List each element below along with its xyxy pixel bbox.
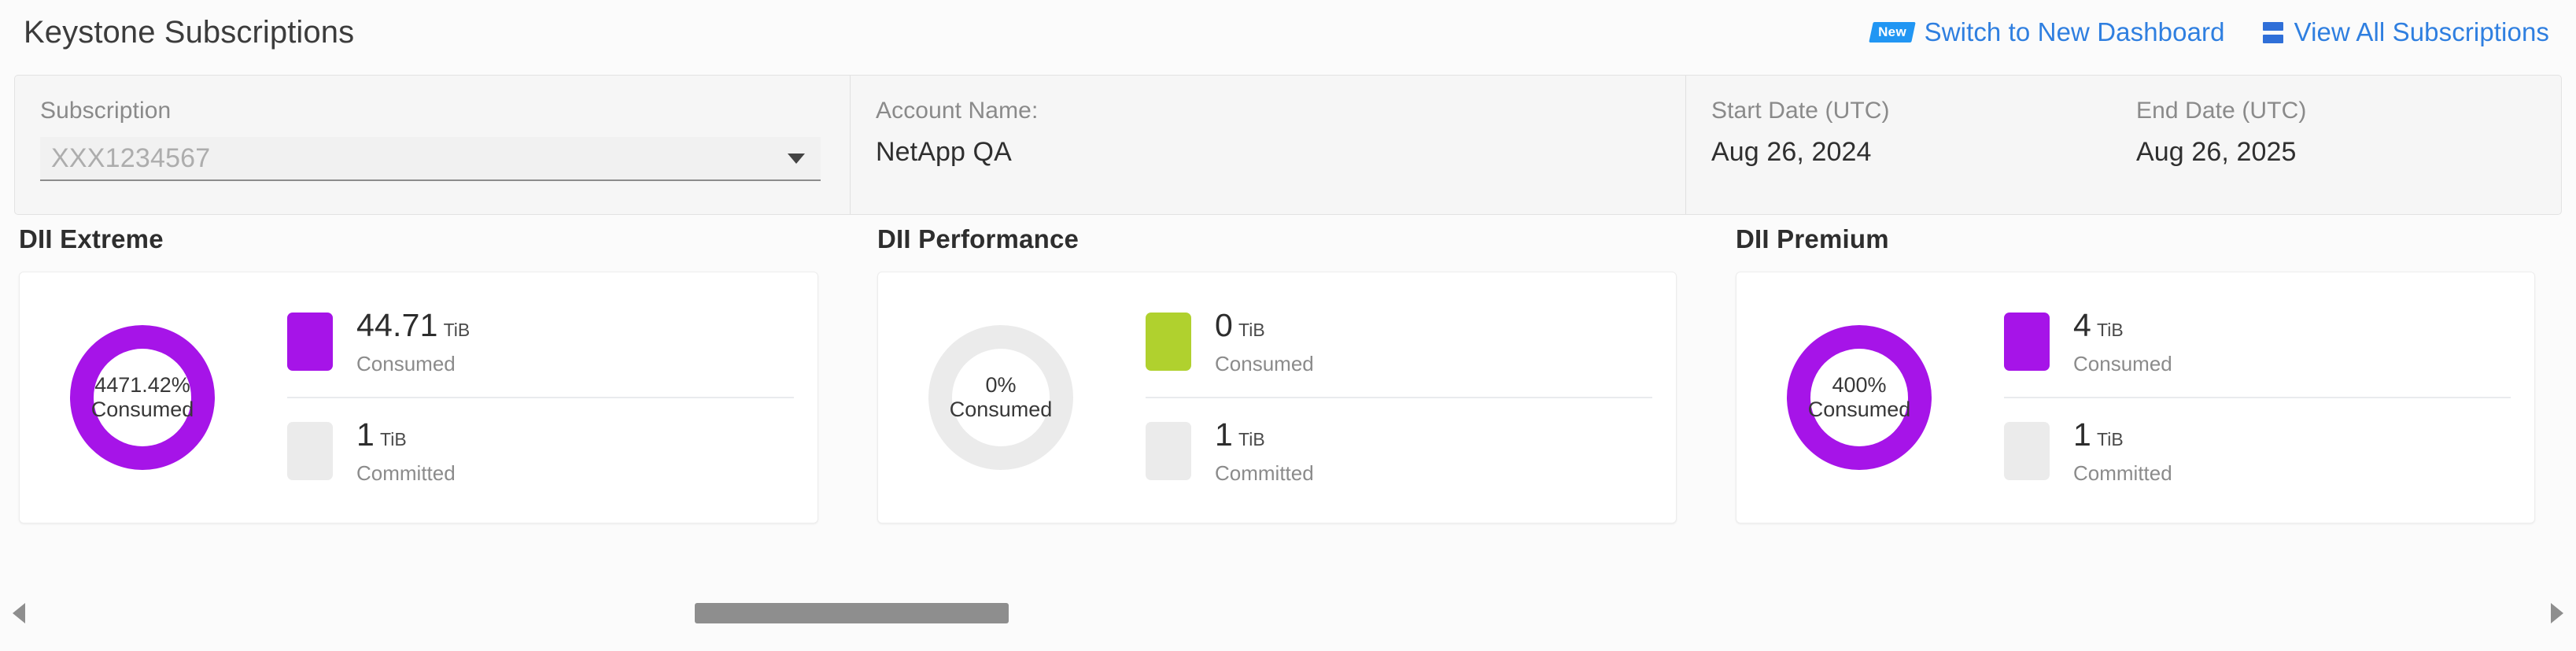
subscription-label: Subscription <box>40 98 850 124</box>
date-fields: Start Date (UTC) Aug 26, 2024 End Date (… <box>1686 76 2561 214</box>
metric-unit: TiB <box>1238 429 1265 449</box>
list-icon <box>2263 22 2283 43</box>
metric-color-swatch <box>1146 422 1191 480</box>
metric-value: 1 <box>2073 416 2091 453</box>
scroll-left-arrow-icon[interactable] <box>13 603 25 623</box>
page-title: Keystone Subscriptions <box>24 15 354 50</box>
metric-unit: TiB <box>380 429 407 449</box>
donut-center: 0%Consumed <box>952 349 1050 446</box>
metric-color-swatch <box>2004 313 2050 371</box>
metric-label: Committed <box>2073 461 2172 486</box>
card-metrics: 0TiBConsumed1TiBCommitted <box>1146 272 1652 523</box>
metric-row: 1TiB Committed <box>1146 397 1652 506</box>
metric-unit: TiB <box>2097 320 2124 340</box>
subscription-card: DII Premium400%Consumed4TiBConsumed1TiBC… <box>1736 224 2535 523</box>
card-title: DII Premium <box>1736 224 2535 254</box>
metric-value: 1 <box>356 416 375 453</box>
scrollbar-thumb[interactable] <box>695 603 1009 623</box>
start-date-value: Aug 26, 2024 <box>1711 137 1872 167</box>
metric-text: 1 TiB Committed <box>2073 419 2172 486</box>
start-date-field: Start Date (UTC) Aug 26, 2024 <box>1711 98 2136 214</box>
metric-label: Committed <box>356 461 456 486</box>
end-date-field: End Date (UTC) Aug 26, 2025 <box>2136 98 2561 214</box>
donut-percent-label: Consumed <box>950 398 1053 422</box>
consumption-donut-chart: 400%Consumed <box>1787 325 1932 470</box>
metric-row: 4 TiB Consumed <box>2004 289 2511 397</box>
switch-to-new-dashboard-label: Switch to New Dashboard <box>1925 17 2225 47</box>
scroll-right-arrow-icon[interactable] <box>2551 603 2563 623</box>
metric-row: 0TiB Consumed <box>1146 289 1652 397</box>
donut-percent-label: Consumed <box>1808 398 1911 422</box>
metric-value: 0 <box>1215 307 1233 343</box>
subscription-selected-value: XXX1234567 <box>51 143 210 174</box>
end-date-label: End Date (UTC) <box>2136 98 2561 124</box>
subscription-card: DII Performance0%Consumed0TiBConsumed1Ti… <box>877 224 1677 523</box>
metric-label: Consumed <box>356 352 470 376</box>
subscription-select-wrap: XXX1234567 <box>29 137 832 181</box>
card-metrics: 44.71TiBConsumed1TiBCommitted <box>287 272 794 523</box>
metric-unit: TiB <box>2097 429 2124 449</box>
new-badge-icon: New <box>1869 22 1915 43</box>
donut-percent-value: 400% <box>1832 373 1886 398</box>
end-date-value: Aug 26, 2025 <box>2136 137 2297 167</box>
donut-percent-value: 0% <box>985 373 1016 398</box>
metric-row: 44.71 TiB Consumed <box>287 289 794 397</box>
donut-percent-value: 4471.42% <box>94 373 190 398</box>
metric-color-swatch <box>287 422 333 480</box>
card-body: 400%Consumed4TiBConsumed1TiBCommitted <box>1736 272 2535 523</box>
subscription-select[interactable]: XXX1234567 <box>40 137 821 181</box>
view-all-subscriptions-label: View All Subscriptions <box>2294 17 2549 47</box>
metric-label: Committed <box>1215 461 1314 486</box>
account-name-value: NetApp QA <box>876 137 1012 167</box>
metric-text: 44.71 TiB Consumed <box>356 309 470 376</box>
metric-row: 1 TiB Committed <box>2004 397 2511 506</box>
metric-label: Consumed <box>2073 352 2172 376</box>
page-header: Keystone Subscriptions New Switch to New… <box>0 0 2576 65</box>
card-title: DII Performance <box>877 224 1677 254</box>
metric-value: 1 <box>1215 416 1233 453</box>
metric-value: 4 <box>2073 307 2091 343</box>
metric-unit: TiB <box>444 320 471 340</box>
switch-to-new-dashboard-link[interactable]: New Switch to New Dashboard <box>1871 17 2225 47</box>
chevron-down-icon <box>788 154 805 164</box>
metric-label: Consumed <box>1215 352 1314 376</box>
subscription-card: DII Extreme4471.42%Consumed44.71TiBConsu… <box>19 224 818 523</box>
consumption-donut-chart: 0%Consumed <box>928 325 1073 470</box>
subscription-filter: Subscription XXX1234567 <box>15 76 851 214</box>
metric-text: 1TiB Committed <box>356 419 456 486</box>
card-metrics: 4 TiB Consumed 1 TiB Committed <box>2004 272 2511 523</box>
header-actions: New Switch to New Dashboard View All Sub… <box>1871 17 2549 47</box>
card-body: 4471.42%Consumed44.71TiBConsumed1TiBComm… <box>19 272 818 523</box>
metric-text: 4 TiB Consumed <box>2073 309 2172 376</box>
keystone-subscriptions-page: Keystone Subscriptions New Switch to New… <box>0 0 2576 651</box>
metric-color-swatch <box>287 313 333 371</box>
scrollbar-track[interactable] <box>42 603 2534 623</box>
horizontal-scrollbar[interactable] <box>0 596 2576 631</box>
donut-percent-label: Consumed <box>91 398 194 422</box>
card-title: DII Extreme <box>19 224 818 254</box>
donut-center: 400%Consumed <box>1810 349 1908 446</box>
metric-unit: TiB <box>1238 320 1265 340</box>
account-name-field: Account Name: NetApp QA <box>851 76 1686 214</box>
subscription-cards: DII Extreme4471.42%Consumed44.71TiBConsu… <box>0 224 2576 523</box>
metric-text: 0TiB Consumed <box>1215 309 1314 376</box>
donut-center: 4471.42%Consumed <box>94 349 191 446</box>
metric-color-swatch <box>2004 422 2050 480</box>
metric-color-swatch <box>1146 313 1191 371</box>
start-date-label: Start Date (UTC) <box>1711 98 2136 124</box>
filter-bar: Subscription XXX1234567 Account Name: Ne… <box>14 75 2562 215</box>
view-all-subscriptions-link[interactable]: View All Subscriptions <box>2263 17 2549 47</box>
metric-value: 44.71 <box>356 307 438 343</box>
account-name-label: Account Name: <box>876 98 1685 124</box>
card-body: 0%Consumed0TiBConsumed1TiBCommitted <box>877 272 1677 523</box>
consumption-donut-chart: 4471.42%Consumed <box>70 325 215 470</box>
metric-row: 1TiB Committed <box>287 397 794 506</box>
metric-text: 1TiB Committed <box>1215 419 1314 486</box>
